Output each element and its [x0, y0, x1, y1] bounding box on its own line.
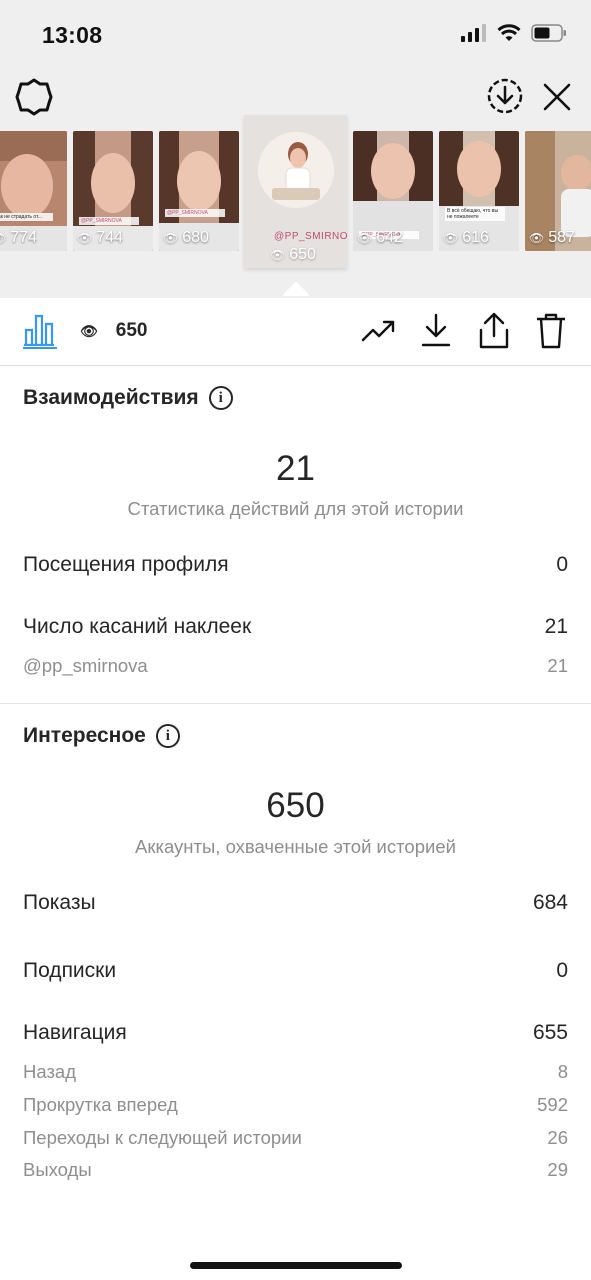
story-photo: [258, 132, 334, 208]
promote-trend-icon[interactable]: [361, 318, 397, 344]
selected-story-pointer: [282, 281, 310, 296]
stat-label: Назад: [23, 1061, 77, 1082]
story-views: 👁 744: [77, 229, 123, 246]
status-bar: 13:08: [0, 0, 591, 72]
story-views: 👁 642: [357, 229, 403, 246]
info-icon[interactable]: i: [155, 724, 180, 748]
story-thumbnail[interactable]: @PP_SMIRNOVA 👁 744: [73, 131, 153, 251]
toolbar-views-count: 650: [115, 320, 148, 341]
discovery-total-label: Аккаунты, охваченные этой историей: [135, 836, 456, 857]
story-caption: Как не страдать от...: [0, 213, 53, 221]
stat-row: Посещения профиля 0: [23, 553, 568, 577]
stat-label: Показы: [23, 891, 96, 914]
interactions-total: 21: [276, 449, 315, 488]
eye-icon: 👁: [270, 248, 286, 262]
stat-label: Навигация: [23, 1021, 127, 1044]
stat-label: @pp_smirnova: [23, 655, 148, 676]
settings-gear-icon[interactable]: [15, 78, 53, 116]
story-thumbnail-selected[interactable]: @PP_SMIRNOVA 👁650: [244, 115, 347, 268]
stat-value: 21: [547, 655, 568, 676]
story-thumbnail[interactable]: @PP_SMIRNOVA 👁 680: [159, 131, 239, 251]
tab-underline: [23, 347, 57, 349]
close-icon[interactable]: [543, 83, 571, 111]
story-thumbnail[interactable]: Как не страдать от... 👁774: [0, 131, 67, 251]
stat-value: 592: [537, 1094, 568, 1115]
home-indicator[interactable]: [190, 1262, 402, 1269]
stat-subrow: Переходы к следующей истории 26: [23, 1127, 568, 1149]
story-thumbnail[interactable]: @PP_SMIRNOVA 👁 642: [353, 131, 433, 251]
story-thumbnail-strip: Как не страдать от... 👁774 @PP_SMIRNOVA …: [0, 115, 591, 275]
battery-icon: [531, 24, 566, 42]
stat-value: 21: [544, 615, 568, 638]
story-caption: @PP_SMIRNOVA: [79, 217, 139, 225]
story-views: 👁 616: [443, 229, 489, 246]
discovery-section-title: Интересное i: [23, 724, 180, 748]
status-time: 13:08: [42, 22, 103, 48]
discovery-title: Интересное: [23, 724, 146, 747]
eye-icon: 👁: [77, 231, 93, 245]
story-views: 👁 680: [163, 229, 209, 246]
stat-row: Показы 684: [23, 891, 568, 915]
stat-label: Выходы: [23, 1159, 92, 1180]
stat-subrow: Выходы 29: [23, 1159, 568, 1181]
interactions-section-title: Взаимодействия i: [23, 386, 233, 410]
stat-label: Переходы к следующей истории: [23, 1127, 302, 1148]
stat-subrow: Назад 8: [23, 1061, 568, 1083]
story-caption: @PP_SMIRNOVA: [165, 209, 225, 217]
stat-row: Подписки 0: [23, 959, 568, 983]
story-views: 👁 587: [529, 229, 575, 246]
insights-bar-chart-icon[interactable]: [22, 312, 56, 346]
save-download-circle-icon[interactable]: [487, 78, 523, 114]
stat-label: Подписки: [23, 959, 117, 982]
eye-icon: 👁: [0, 231, 6, 245]
eye-icon: 👁: [357, 231, 373, 245]
signal-icon: [461, 24, 486, 42]
stat-value: 0: [556, 959, 568, 982]
stat-subrow: Прокрутка вперед 592: [23, 1094, 568, 1116]
stat-value: 8: [557, 1061, 568, 1082]
stat-row: Число касаний наклеек 21: [23, 615, 568, 639]
info-icon[interactable]: i: [208, 386, 233, 410]
stat-value: 684: [532, 891, 568, 914]
section-divider: [0, 703, 591, 704]
sticker-mention: @PP_SMIRNOVA: [274, 231, 347, 242]
toolbar-views: 👁 650: [80, 320, 147, 342]
wifi-icon: [497, 24, 521, 41]
eye-icon: 👁: [443, 231, 459, 245]
stat-label: Число касаний наклеек: [23, 615, 252, 638]
story-thumbnail[interactable]: В всё обещаю, что вы не пожалеете 👁 616: [439, 131, 519, 251]
share-icon[interactable]: [478, 312, 510, 350]
stat-label: Посещения профиля: [23, 553, 229, 576]
story-thumbnail[interactable]: 👁 587: [525, 131, 591, 251]
stat-label: Прокрутка вперед: [23, 1094, 178, 1115]
stat-value: 0: [556, 553, 568, 576]
status-icons: [461, 24, 567, 42]
eye-icon: 👁: [529, 231, 545, 245]
stat-value: 26: [547, 1127, 568, 1148]
story-photo-circle: [258, 132, 334, 208]
download-icon[interactable]: [421, 312, 451, 348]
stat-value: 29: [547, 1159, 568, 1180]
eye-icon: 👁: [80, 322, 98, 339]
story-views: 👁 650: [270, 246, 316, 263]
delete-trash-icon[interactable]: [535, 312, 567, 350]
stat-subrow: @pp_smirnova 21: [23, 655, 568, 677]
eye-icon: 👁: [163, 231, 179, 245]
interactions-total-label: Статистика действий для этой истории: [127, 498, 464, 519]
interactions-title: Взаимодействия: [23, 386, 199, 409]
story-views: 👁774: [0, 229, 37, 247]
story-caption: В всё обещаю, что вы не пожалеете: [445, 207, 505, 221]
stat-row: Навигация 655: [23, 1021, 568, 1045]
stat-value: 655: [532, 1021, 568, 1044]
insights-toolbar: 👁 650: [0, 298, 591, 366]
discovery-total: 650: [266, 786, 325, 825]
